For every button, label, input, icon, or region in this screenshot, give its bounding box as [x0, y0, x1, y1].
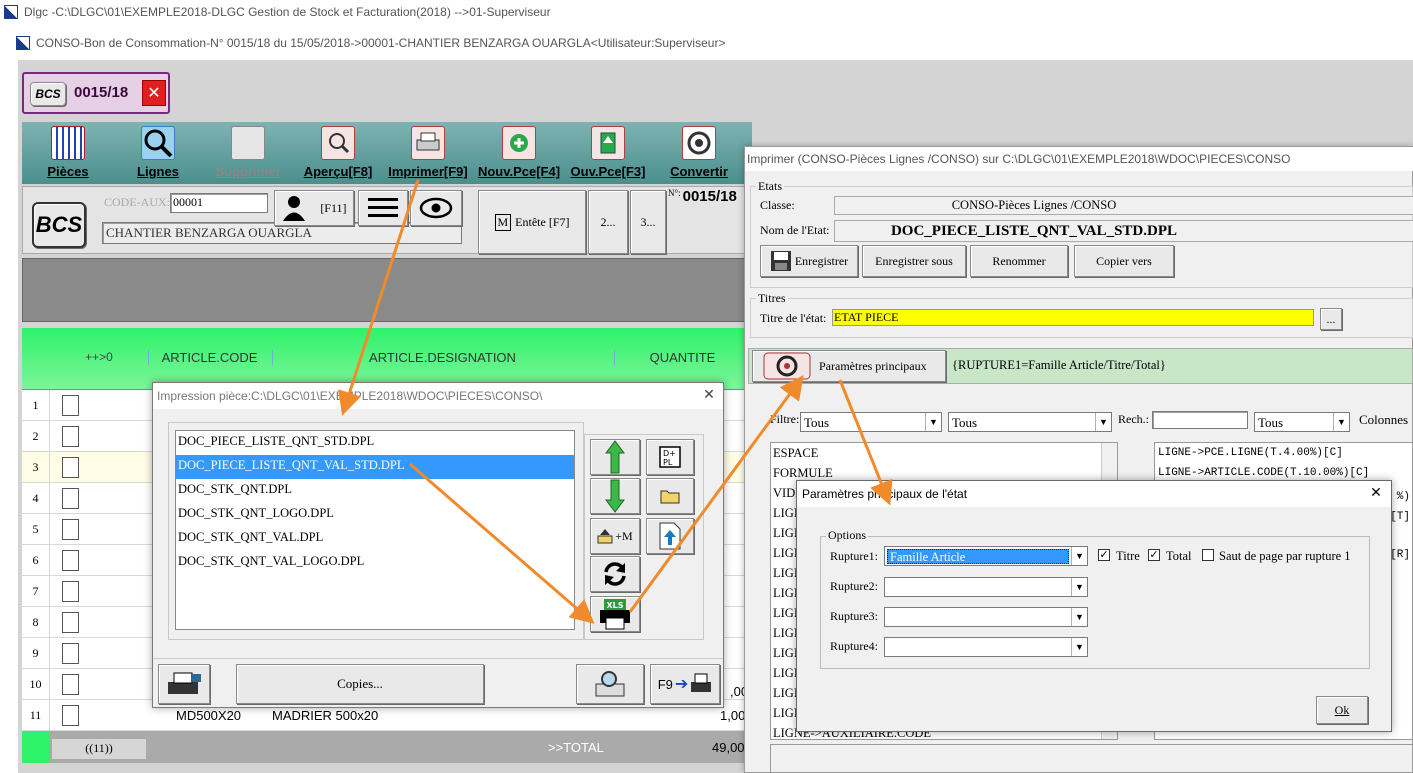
- annotation-arrows: [338, 179, 893, 624]
